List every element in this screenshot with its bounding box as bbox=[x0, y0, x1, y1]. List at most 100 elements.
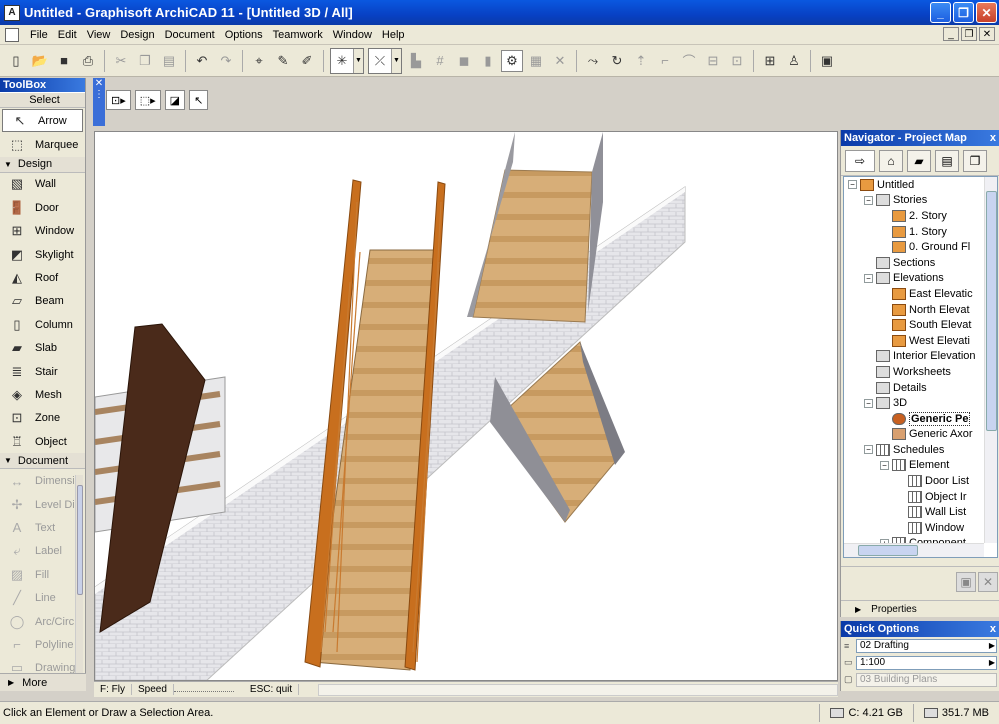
offset-icon[interactable]: ⊟ bbox=[702, 50, 724, 72]
layer-combination-select[interactable]: 02 Drafting ▶ bbox=[856, 638, 997, 653]
project-map-tree[interactable]: − Untitled − Stories 2. Story 1. Story 0. Grou… bbox=[843, 176, 998, 558]
tree-item[interactable]: West Elevati bbox=[844, 333, 997, 349]
delete-icon[interactable]: ✕ bbox=[549, 50, 571, 72]
arrow-icon[interactable]: ↖ bbox=[189, 90, 209, 110]
trace-icon[interactable]: ⚙ bbox=[501, 49, 523, 72]
document-window-icon[interactable] bbox=[5, 27, 19, 42]
tree-item[interactable]: Door List bbox=[844, 473, 997, 489]
3d-viewport[interactable] bbox=[94, 131, 838, 681]
eraser-icon[interactable]: ◪ bbox=[164, 90, 186, 110]
tree-horizontal-scrollbar[interactable] bbox=[844, 543, 984, 557]
scroll-thumb[interactable] bbox=[858, 545, 918, 556]
tree-item[interactable]: Sections bbox=[844, 255, 997, 271]
3d-cutaway-icon[interactable]: ⊞ bbox=[759, 50, 781, 72]
toolbox-item-dimension[interactable]: ↔ Dimensi bbox=[0, 469, 85, 492]
tree-item[interactable]: East Elevatic bbox=[844, 286, 997, 302]
navigator-properties[interactable]: ▶ Properties bbox=[841, 600, 999, 617]
paste-icon[interactable]: ▤ bbox=[158, 50, 180, 72]
tree-item[interactable]: Generic Pe bbox=[844, 411, 997, 427]
close-icon[interactable]: x bbox=[990, 621, 996, 637]
window-toggle-icon[interactable]: ▣ bbox=[816, 50, 838, 72]
toolbox-item-marquee[interactable]: ⬚ Marquee bbox=[0, 133, 85, 156]
open-folder-icon[interactable]: 📂 bbox=[29, 50, 51, 72]
toolbox-item-mesh[interactable]: ◈ Mesh bbox=[0, 383, 85, 406]
elevate-icon[interactable]: ⇡ bbox=[630, 50, 652, 72]
toolbox-item-door[interactable]: 🚪 Door bbox=[0, 196, 85, 219]
grid-snap-icon[interactable]: # bbox=[429, 50, 451, 72]
toolbox-more[interactable]: ▶ More bbox=[0, 673, 86, 691]
toolbox-item-roof[interactable]: ◭ Roof bbox=[0, 266, 85, 289]
tree-item[interactable]: Worksheets bbox=[844, 364, 997, 380]
new-file-icon[interactable]: ▯ bbox=[5, 50, 27, 72]
delete-icon[interactable]: ✕ bbox=[978, 571, 998, 592]
menu-file[interactable]: File bbox=[25, 29, 53, 41]
tree-item[interactable]: Wall List bbox=[844, 504, 997, 520]
toolbox-item-wall[interactable]: ▧ Wall bbox=[0, 173, 85, 196]
tree-item[interactable]: − Schedules bbox=[844, 442, 997, 458]
solid-ops-icon[interactable]: ♙ bbox=[783, 50, 805, 72]
toolbox-item-text[interactable]: A Text bbox=[0, 516, 85, 539]
toolbox-item-slab[interactable]: ▰ Slab bbox=[0, 337, 85, 360]
toolbox-item-stair[interactable]: ≣ Stair bbox=[0, 360, 85, 383]
save-icon[interactable]: ■ bbox=[53, 50, 75, 72]
fillet-icon[interactable]: ⌐ bbox=[654, 50, 676, 72]
tree-item[interactable]: Interior Elevation bbox=[844, 349, 997, 365]
toolbox-item-level-dimension[interactable]: ✢ Level Di bbox=[0, 493, 85, 516]
pick-up-icon[interactable]: ✎ bbox=[272, 50, 294, 72]
toolbox-item-arc[interactable]: ◯ Arc/Circ bbox=[0, 610, 85, 633]
layers-icon[interactable]: ◼ bbox=[453, 50, 475, 72]
toolbox-scrollbar[interactable] bbox=[75, 475, 83, 676]
explode-icon[interactable]: ⊡ bbox=[726, 50, 748, 72]
mdi-close-button[interactable]: ✕ bbox=[979, 27, 995, 41]
menu-window[interactable]: Window bbox=[328, 29, 377, 41]
scroll-thumb[interactable] bbox=[986, 191, 997, 431]
toolbox-item-column[interactable]: ▯ Column bbox=[0, 313, 85, 336]
menu-help[interactable]: Help bbox=[377, 29, 410, 41]
toolbox-select-header[interactable]: Select bbox=[0, 92, 85, 108]
close-icon[interactable]: x bbox=[990, 130, 996, 146]
tree-item[interactable]: Generic Axor bbox=[844, 427, 997, 443]
speed-slider[interactable] bbox=[173, 688, 234, 692]
toolbox-item-zone[interactable]: ⊡ Zone bbox=[0, 407, 85, 430]
mdi-restore-button[interactable]: ❐ bbox=[961, 27, 977, 41]
redo-icon[interactable]: ↷ bbox=[215, 50, 237, 72]
toolbox-design-header[interactable]: ▼ Design bbox=[0, 156, 85, 173]
toolbox-item-fill[interactable]: ▨ Fill bbox=[0, 563, 85, 586]
tree-item[interactable]: − Element bbox=[844, 458, 997, 474]
tree-item[interactable]: South Elevat bbox=[844, 317, 997, 333]
toolbox-document-header[interactable]: ▼ Document bbox=[0, 453, 85, 470]
suspend-groups-icon[interactable]: ▙ bbox=[405, 50, 427, 72]
chevron-down-icon[interactable]: ▼ bbox=[353, 48, 363, 73]
collapse-icon[interactable]: − bbox=[848, 180, 857, 190]
view-map-icon[interactable]: ▰ bbox=[907, 149, 931, 172]
menu-view[interactable]: View bbox=[82, 29, 116, 41]
infobox-grip[interactable]: ✕ ⋮ bbox=[93, 78, 105, 126]
toolbox-item-skylight[interactable]: ◩ Skylight bbox=[0, 243, 85, 266]
toolbox-item-polyline[interactable]: ⌐ Polyline bbox=[0, 633, 85, 656]
scale-select[interactable]: 1:100 ▶ bbox=[856, 655, 997, 670]
toolbox-item-label[interactable]: ⤶ Label bbox=[0, 540, 85, 563]
collapse-icon[interactable]: − bbox=[864, 398, 873, 408]
undo-icon[interactable]: ↶ bbox=[191, 50, 213, 72]
tree-item[interactable]: 2. Story bbox=[844, 208, 997, 224]
collapse-icon[interactable]: − bbox=[880, 460, 889, 470]
tree-item[interactable]: − Stories bbox=[844, 193, 997, 209]
grid-display-icon[interactable]: ▦ bbox=[525, 50, 547, 72]
toolbox-item-arrow[interactable]: ↖ Arrow bbox=[2, 109, 83, 133]
gravity-icon[interactable]: ✳ bbox=[331, 50, 353, 72]
curve-icon[interactable]: ⌒ bbox=[678, 50, 700, 72]
print-icon[interactable]: ⎙ bbox=[77, 50, 99, 72]
inject-icon[interactable]: ✐ bbox=[296, 50, 318, 72]
view-horizontal-scrollbar[interactable] bbox=[318, 683, 838, 696]
menu-edit[interactable]: Edit bbox=[53, 29, 82, 41]
close-button[interactable]: ✕ bbox=[976, 2, 997, 23]
tree-vertical-scrollbar[interactable] bbox=[984, 177, 997, 543]
tree-item[interactable]: − Untitled bbox=[844, 177, 997, 193]
tree-item[interactable]: Window bbox=[844, 520, 997, 536]
drag-icon[interactable]: ⤳ bbox=[582, 50, 604, 72]
minimize-button[interactable]: _ bbox=[930, 2, 951, 23]
menu-design[interactable]: Design bbox=[115, 29, 159, 41]
tree-item[interactable]: − Elevations bbox=[844, 271, 997, 287]
menu-teamwork[interactable]: Teamwork bbox=[268, 29, 328, 41]
scroll-thumb[interactable] bbox=[77, 485, 83, 596]
